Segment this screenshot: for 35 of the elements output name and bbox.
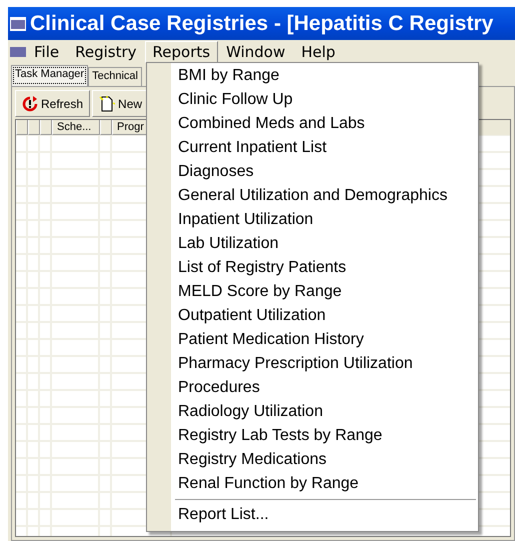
- menu-item[interactable]: Renal Function by Range: [147, 472, 478, 496]
- app-icon[interactable]: [10, 44, 26, 58]
- menu-item[interactable]: Procedures: [147, 376, 478, 400]
- tab[interactable]: Technical: [88, 67, 142, 86]
- column-header[interactable]: [16, 120, 28, 135]
- menu-item[interactable]: Registry Medications: [147, 448, 478, 472]
- menu-item[interactable]: File: [26, 40, 68, 62]
- menu-item[interactable]: Registry: [67, 40, 145, 62]
- menu-item[interactable]: Pharmacy Prescription Utilization: [147, 352, 478, 376]
- refresh-icon: [22, 96, 38, 112]
- menu-item[interactable]: Inpatient Utilization: [147, 208, 478, 232]
- tab[interactable]: Task Manager: [11, 65, 88, 86]
- menu-item[interactable]: Radiology Utilization: [147, 400, 478, 424]
- menu-item[interactable]: Lab Utilization: [147, 232, 478, 256]
- menu-item[interactable]: Report List...: [147, 503, 478, 527]
- menu-item[interactable]: Help: [293, 40, 344, 62]
- menu-item[interactable]: General Utilization and Demographics: [147, 184, 478, 208]
- column-header[interactable]: [100, 120, 112, 135]
- menu-item[interactable]: Current Inpatient List: [147, 136, 478, 160]
- menu-item[interactable]: BMI by Range: [147, 64, 478, 88]
- column-header[interactable]: [28, 120, 40, 135]
- menu-item[interactable]: Outpatient Utilization: [147, 304, 478, 328]
- column-header[interactable]: [40, 120, 52, 135]
- new-document-icon: [99, 96, 116, 112]
- menu-item[interactable]: MELD Score by Range: [147, 280, 478, 304]
- menu-item[interactable]: Clinic Follow Up: [147, 88, 478, 112]
- window-title: Clinical Case Registries - [Hepatitis C Registry: [30, 12, 494, 36]
- app-icon: [10, 16, 26, 30]
- menu-item[interactable]: Registry Lab Tests by Range: [147, 424, 478, 448]
- menu-item[interactable]: Window: [218, 40, 294, 62]
- menu-item[interactable]: Patient Medication History: [147, 328, 478, 352]
- toolbar-button[interactable]: Refresh: [15, 90, 90, 117]
- menu-item[interactable]: Diagnoses: [147, 160, 478, 184]
- menu-item[interactable]: List of Registry Patients: [147, 256, 478, 280]
- column-header[interactable]: Sche...: [52, 120, 100, 135]
